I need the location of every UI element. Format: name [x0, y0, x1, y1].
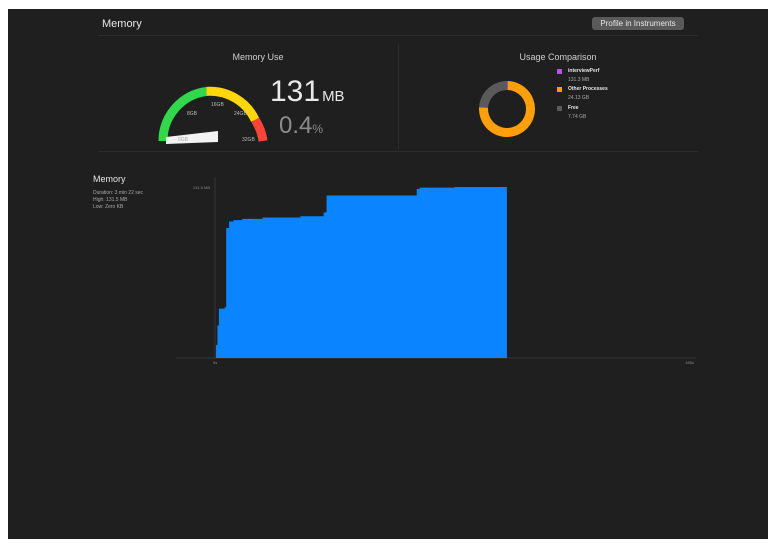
usage-donut-chart: [479, 81, 535, 137]
donut-slice-free: [479, 81, 508, 108]
gauge-label-16gb: 16GB: [211, 102, 224, 108]
legend-name-interviewperf: interviewPerf: [568, 68, 600, 74]
memory-high: High: 131.5 MB: [93, 197, 128, 203]
legend-swatch-interviewperf: [557, 69, 562, 74]
gauge-label-8gb: 8GB: [187, 111, 198, 117]
x-end-label: 165s: [685, 360, 694, 365]
legend-swatch-free: [557, 106, 562, 111]
gauge-label-0gb: 0GB: [178, 137, 189, 143]
memory-percent: 0.4%: [279, 112, 323, 140]
legend-swatch-other-processes: [557, 87, 562, 92]
legend-value-other-processes: 24.13 GB: [568, 95, 590, 101]
memory-report-panel: Memory Profile in Instruments Memory Use…: [8, 9, 768, 539]
memory-percent-unit: %: [312, 122, 324, 136]
memory-low: Low: Zero KB: [93, 204, 124, 210]
memory-use-title: Memory Use: [232, 52, 284, 62]
usage-comparison-title: Usage Comparison: [519, 52, 597, 62]
memory-duration: Duration: 3 min 22 sec: [93, 190, 144, 196]
gauge-label-24gb: 24GB: [234, 111, 247, 117]
section-divider-horizontal: [98, 151, 698, 152]
gauge-label-32gb: 32GB: [242, 137, 255, 143]
x-start-label: 0s: [213, 360, 217, 365]
memory-graph-title: Memory: [93, 174, 126, 184]
memory-value-number: 131: [270, 75, 321, 108]
legend-name-free: Free: [568, 105, 579, 111]
section-divider-vertical: [398, 44, 399, 149]
memory-area-series: [216, 187, 507, 358]
header-divider: [98, 35, 698, 36]
y-max-label: 131.5 MB: [193, 185, 210, 190]
legend-value-free: 7.74 GB: [568, 114, 587, 120]
gauge-red-arc: [251, 117, 268, 142]
memory-area-chart: 131.5 MB 0s 165s: [176, 177, 696, 365]
memory-gauge: 0GB 8GB 16GB 24GB 32GB: [158, 86, 268, 144]
memory-percent-number: 0.4: [279, 112, 313, 139]
legend-name-other-processes: Other Processes: [568, 86, 608, 92]
memory-value: 131 MB: [270, 75, 345, 109]
page-title: Memory: [102, 18, 142, 30]
legend-value-interviewperf: 131.3 MB: [568, 77, 590, 83]
profile-in-instruments-button[interactable]: Profile in Instruments: [592, 17, 684, 30]
gauge-needle: [166, 131, 218, 144]
memory-value-unit: MB: [322, 88, 345, 105]
